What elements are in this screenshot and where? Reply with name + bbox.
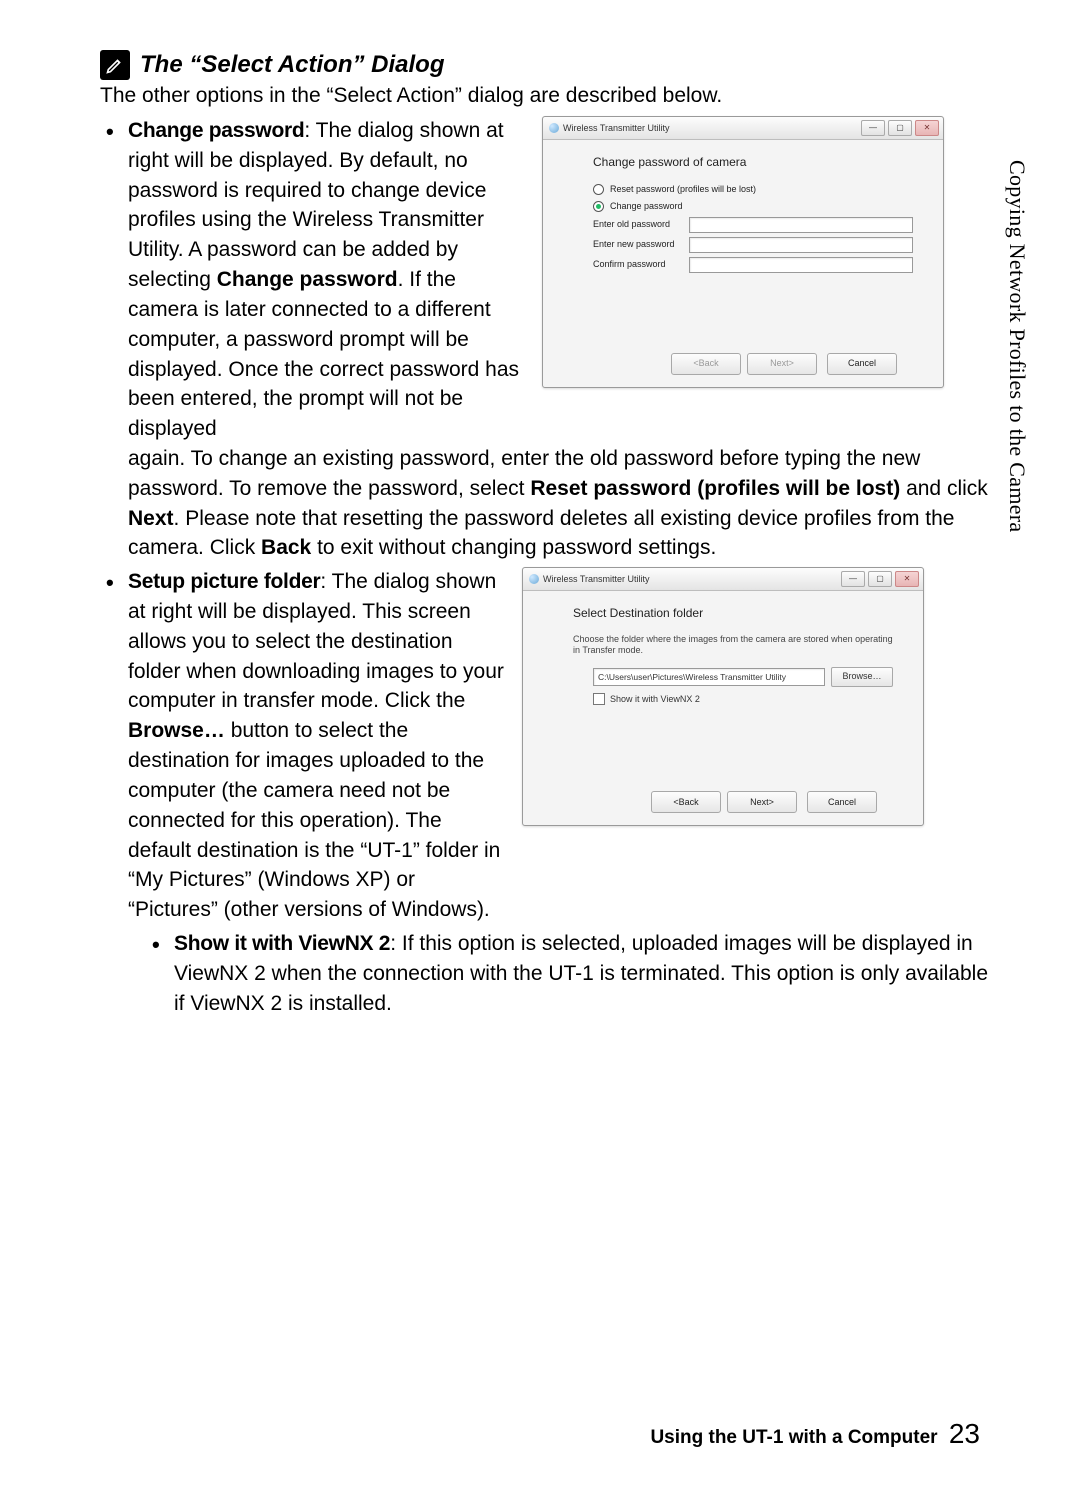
viewnx-checkbox-row[interactable]: Show it with ViewNX 2: [593, 693, 893, 706]
text: . If the camera is later connected to a …: [128, 268, 519, 440]
next-button[interactable]: Next>: [727, 791, 797, 813]
intro-text: The other options in the “Select Action”…: [100, 84, 1000, 108]
cancel-button[interactable]: Cancel: [827, 353, 897, 375]
dialog-heading: Change password of camera: [593, 154, 913, 171]
pencil-icon: [100, 50, 130, 80]
destination-path-input[interactable]: C:\Users\user\Pictures\Wireless Transmit…: [593, 668, 825, 686]
window-title: Wireless Transmitter Utility: [543, 573, 650, 586]
minimize-icon[interactable]: —: [841, 571, 865, 587]
radio-change-password[interactable]: Change password: [593, 200, 913, 213]
back-button[interactable]: <Back: [671, 353, 741, 375]
back-button[interactable]: <Back: [651, 791, 721, 813]
dialog-heading: Select Destination folder: [573, 605, 893, 622]
next-button[interactable]: Next>: [747, 353, 817, 375]
close-icon[interactable]: ✕: [915, 120, 939, 136]
footer-text: Using the UT-1 with a Computer: [650, 1427, 937, 1448]
bold-back: Back: [261, 536, 311, 559]
browse-button[interactable]: Browse…: [831, 667, 893, 687]
bullet-change-password: Change password: The dialog shown at rig…: [100, 116, 1000, 563]
maximize-icon[interactable]: ▢: [868, 571, 892, 587]
change-password-dialog: Wireless Transmitter Utility — ▢ ✕ Chang…: [542, 116, 944, 388]
page-number: 23: [949, 1418, 980, 1449]
label: Change password: [128, 119, 304, 142]
bold-reset: Reset password (profiles will be lost): [530, 477, 900, 500]
label: Show it with ViewNX 2: [174, 932, 390, 955]
select-destination-dialog: Wireless Transmitter Utility — ▢ ✕ Selec…: [522, 567, 924, 826]
label: Setup picture folder: [128, 570, 320, 593]
titlebar: Wireless Transmitter Utility — ▢ ✕: [543, 117, 943, 140]
bullet-setup-folder: Setup picture folder: The dialog shown a…: [100, 567, 1000, 1018]
dialog-desc: Choose the folder where the images from …: [573, 634, 893, 657]
close-icon[interactable]: ✕: [895, 571, 919, 587]
maximize-icon[interactable]: ▢: [888, 120, 912, 136]
radio-reset-password[interactable]: Reset password (profiles will be lost): [593, 183, 913, 196]
new-password-input[interactable]: [689, 237, 913, 253]
bold-next: Next: [128, 507, 174, 530]
chapter-side-tab: Copying Network Profiles to the Camera: [1004, 160, 1030, 533]
section-title: The “Select Action” Dialog: [100, 50, 1000, 80]
titlebar: Wireless Transmitter Utility — ▢ ✕: [523, 568, 923, 591]
bold-browse: Browse…: [128, 719, 225, 742]
new-password-row: Enter new password: [593, 237, 913, 253]
text: to exit without changing password settin…: [311, 536, 716, 559]
app-icon: [549, 123, 559, 133]
viewnx-checkbox[interactable]: [593, 693, 605, 705]
bold-inline: Change password: [217, 268, 398, 291]
text: and click: [900, 477, 988, 500]
old-password-input[interactable]: [689, 217, 913, 233]
app-icon: [529, 574, 539, 584]
text: : The dialog shown at right will be disp…: [128, 119, 504, 291]
confirm-password-input[interactable]: [689, 257, 913, 273]
confirm-password-row: Confirm password: [593, 257, 913, 273]
minimize-icon[interactable]: —: [861, 120, 885, 136]
window-title: Wireless Transmitter Utility: [563, 122, 670, 135]
section-title-text: The “Select Action” Dialog: [140, 51, 445, 79]
page-footer: Using the UT-1 with a Computer 23: [650, 1418, 980, 1450]
text: button to select the destination for ima…: [128, 719, 500, 921]
bullet-viewnx: Show it with ViewNX 2: If this option is…: [148, 929, 1000, 1018]
cancel-button[interactable]: Cancel: [807, 791, 877, 813]
old-password-row: Enter old password: [593, 217, 913, 233]
